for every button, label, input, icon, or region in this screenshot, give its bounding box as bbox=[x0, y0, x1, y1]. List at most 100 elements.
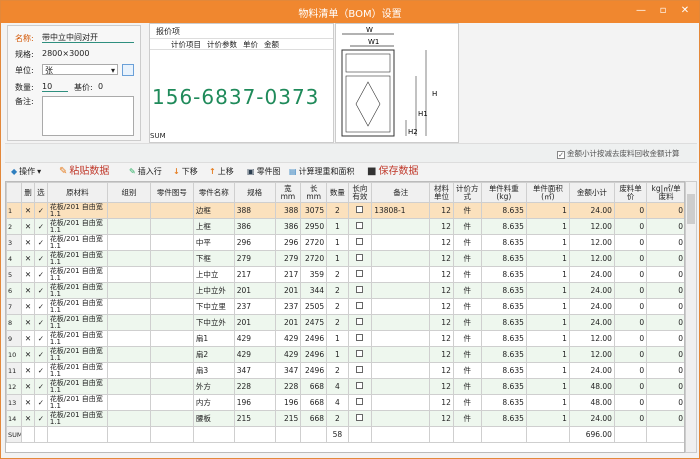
length-valid-checkbox[interactable] bbox=[347, 250, 373, 267]
header-quantity[interactable]: 数量 bbox=[326, 182, 349, 203]
header-length[interactable]: 长mm bbox=[300, 182, 328, 203]
header-part-name[interactable]: 零件名称 bbox=[192, 182, 235, 203]
delete-row-icon[interactable]: ✕ bbox=[21, 202, 35, 219]
select-check-icon[interactable]: ✓ bbox=[33, 314, 48, 331]
delete-row-icon[interactable]: ✕ bbox=[21, 234, 35, 251]
delete-row-icon[interactable]: ✕ bbox=[21, 346, 35, 363]
qty-field[interactable]: 10 bbox=[42, 81, 68, 92]
header-note[interactable]: 备注 bbox=[371, 182, 431, 203]
header-material-unit[interactable]: 材料单位 bbox=[429, 182, 454, 203]
header-length-valid[interactable]: 长向有效 bbox=[347, 182, 373, 203]
length-valid-checkbox[interactable] bbox=[347, 362, 373, 379]
length-valid-checkbox[interactable] bbox=[347, 330, 373, 347]
cell-wt: 8.635 bbox=[480, 282, 527, 299]
move-up-button[interactable]: ↑ 上移 bbox=[209, 165, 234, 179]
table-row[interactable]: 2 ✕ ✓ 花板/201 自由宽1.1 上框 386 386 2950 1 12 件 8.635 1 12… bbox=[6, 218, 684, 235]
delete-row-icon[interactable]: ✕ bbox=[21, 410, 35, 427]
header-spec[interactable]: 规格 bbox=[233, 182, 276, 203]
delete-row-icon[interactable]: ✕ bbox=[21, 314, 35, 331]
search-icon[interactable] bbox=[122, 64, 134, 76]
select-check-icon[interactable]: ✓ bbox=[33, 394, 48, 411]
save-data-button[interactable]: ■ 保存数据 bbox=[367, 165, 418, 179]
length-valid-checkbox[interactable] bbox=[347, 234, 373, 251]
header-scrap-per-unit[interactable]: kg|㎡/单废料 bbox=[646, 182, 684, 203]
length-valid-checkbox[interactable] bbox=[347, 394, 373, 411]
select-check-icon[interactable]: ✓ bbox=[33, 218, 48, 235]
header-pricing-method[interactable]: 计价方式 bbox=[452, 182, 482, 203]
select-check-icon[interactable]: ✓ bbox=[33, 282, 48, 299]
move-down-button[interactable]: ↓ 下移 bbox=[173, 165, 198, 179]
table-row[interactable]: 11 ✕ ✓ 花板/201 自由宽1.1 扇3 347 347 2496 2 12 件 8.635 1 2… bbox=[6, 362, 684, 379]
table-row[interactable]: 12 ✕ ✓ 花板/201 自由宽1.1 外方 228 228 668 4 12 件 8.635 1 48… bbox=[6, 378, 684, 395]
vertical-scrollbar[interactable] bbox=[685, 181, 697, 453]
table-row[interactable]: 14 ✕ ✓ 花板/201 自由宽1.1 腰板 215 215 668 2 12 件 8.635 1 24… bbox=[6, 410, 684, 427]
table-row[interactable]: 1 ✕ ✓ 花板/201 自由宽1.1 边框 388 388 3075 2 13808-1 12 件 8… bbox=[6, 202, 684, 219]
header-part-drawing-no[interactable]: 零件图号 bbox=[149, 182, 194, 203]
select-check-icon[interactable]: ✓ bbox=[33, 202, 48, 219]
header-select[interactable]: 选 bbox=[33, 182, 48, 203]
header-amount-subtotal[interactable]: 金额小计 bbox=[568, 182, 615, 203]
table-row[interactable]: 5 ✕ ✓ 花板/201 自由宽1.1 上中立 217 217 359 2 12 件 8.635 1 24… bbox=[6, 266, 684, 283]
delete-row-icon[interactable]: ✕ bbox=[21, 266, 35, 283]
delete-row-icon[interactable]: ✕ bbox=[21, 394, 35, 411]
table-row[interactable]: 4 ✕ ✓ 花板/201 自由宽1.1 下框 279 279 2720 1 12 件 8.635 1 12… bbox=[6, 250, 684, 267]
header-material[interactable]: 原材料 bbox=[46, 182, 108, 203]
table-row[interactable]: 13 ✕ ✓ 花板/201 自由宽1.1 内方 196 196 668 4 12 件 8.635 1 48… bbox=[6, 394, 684, 411]
length-valid-checkbox[interactable] bbox=[347, 314, 373, 331]
amount-option-checkbox[interactable]: ✓ 金额小计按减去废料回收金额计算 bbox=[557, 148, 680, 159]
header-group[interactable]: 组别 bbox=[106, 182, 151, 203]
note-textarea[interactable] bbox=[42, 96, 134, 136]
length-valid-checkbox[interactable] bbox=[347, 218, 373, 235]
close-button[interactable]: ✕ bbox=[677, 4, 693, 18]
select-check-icon[interactable]: ✓ bbox=[33, 298, 48, 315]
length-valid-checkbox[interactable] bbox=[347, 298, 373, 315]
delete-row-icon[interactable]: ✕ bbox=[21, 218, 35, 235]
header-scrap-price[interactable]: 废料单价 bbox=[613, 182, 648, 203]
length-valid-checkbox[interactable] bbox=[347, 202, 373, 219]
operate-menu-button[interactable]: ◆ 操作 ▾ bbox=[11, 165, 41, 179]
select-check-icon[interactable]: ✓ bbox=[33, 362, 48, 379]
insert-row-button[interactable]: ✎ 插入行 bbox=[129, 165, 162, 179]
header-unit-area[interactable]: 单件面积(㎡) bbox=[525, 182, 570, 203]
paste-data-button[interactable]: ✎ 粘贴数据 bbox=[59, 165, 109, 179]
select-check-icon[interactable]: ✓ bbox=[33, 250, 48, 267]
spec-field[interactable]: 2800×3000 bbox=[42, 48, 134, 59]
delete-row-icon[interactable]: ✕ bbox=[21, 298, 35, 315]
header-unit-weight[interactable]: 单件料重(kg) bbox=[480, 182, 527, 203]
cell-unit: 12 bbox=[429, 330, 454, 347]
length-valid-checkbox[interactable] bbox=[347, 346, 373, 363]
table-row[interactable]: 6 ✕ ✓ 花板/201 自由宽1.1 上中立外 201 201 344 2 12 件 8.635 1 2… bbox=[6, 282, 684, 299]
select-check-icon[interactable]: ✓ bbox=[33, 378, 48, 395]
table-row[interactable]: 7 ✕ ✓ 花板/201 自由宽1.1 下中立里 237 237 2505 2 12 件 8.635 1… bbox=[6, 298, 684, 315]
restore-button[interactable]: ▫ bbox=[655, 4, 671, 18]
delete-row-icon[interactable]: ✕ bbox=[21, 330, 35, 347]
table-row[interactable]: 9 ✕ ✓ 花板/201 自由宽1.1 扇1 429 429 2496 1 12 件 8.635 1 12… bbox=[6, 330, 684, 347]
length-valid-checkbox[interactable] bbox=[347, 282, 373, 299]
select-check-icon[interactable]: ✓ bbox=[33, 234, 48, 251]
delete-row-icon[interactable]: ✕ bbox=[21, 282, 35, 299]
table-row[interactable]: 8 ✕ ✓ 花板/201 自由宽1.1 下中立外 201 201 2475 2 12 件 8.635 1… bbox=[6, 314, 684, 331]
length-valid-checkbox[interactable] bbox=[347, 266, 373, 283]
select-check-icon[interactable]: ✓ bbox=[33, 330, 48, 347]
header-delete[interactable]: 删 bbox=[21, 182, 35, 203]
select-check-icon[interactable]: ✓ bbox=[33, 266, 48, 283]
select-check-icon[interactable]: ✓ bbox=[33, 346, 48, 363]
select-check-icon[interactable]: ✓ bbox=[33, 410, 48, 427]
unit-select[interactable]: 张 ▾ bbox=[42, 64, 118, 75]
delete-row-icon[interactable]: ✕ bbox=[21, 362, 35, 379]
table-row[interactable]: 10 ✕ ✓ 花板/201 自由宽1.1 扇2 429 429 2496 1 12 件 8.635 1 1… bbox=[6, 346, 684, 363]
part-drawing-button[interactable]: ▣ 零件图 bbox=[247, 165, 281, 179]
cell-sw: 0 bbox=[646, 234, 684, 251]
length-valid-checkbox[interactable] bbox=[347, 378, 373, 395]
calculate-weight-area-button[interactable]: ▤ 计算理重和面积 bbox=[289, 165, 355, 179]
name-field[interactable]: 带中立中间对开 bbox=[42, 32, 134, 43]
table-row[interactable]: 3 ✕ ✓ 花板/201 自由宽1.1 中平 296 296 2720 1 12 件 8.635 1 12… bbox=[6, 234, 684, 251]
header-width[interactable]: 宽mm bbox=[274, 182, 302, 203]
title-bar[interactable]: 物料清单（BOM）设置 — ▫ ✕ bbox=[1, 1, 699, 23]
delete-row-icon[interactable]: ✕ bbox=[21, 378, 35, 395]
minimize-button[interactable]: — bbox=[633, 4, 649, 18]
base-price-field[interactable]: 0 bbox=[98, 81, 134, 92]
delete-row-icon[interactable]: ✕ bbox=[21, 250, 35, 267]
length-valid-checkbox[interactable] bbox=[347, 410, 373, 427]
scrollbar-thumb[interactable] bbox=[687, 194, 695, 224]
